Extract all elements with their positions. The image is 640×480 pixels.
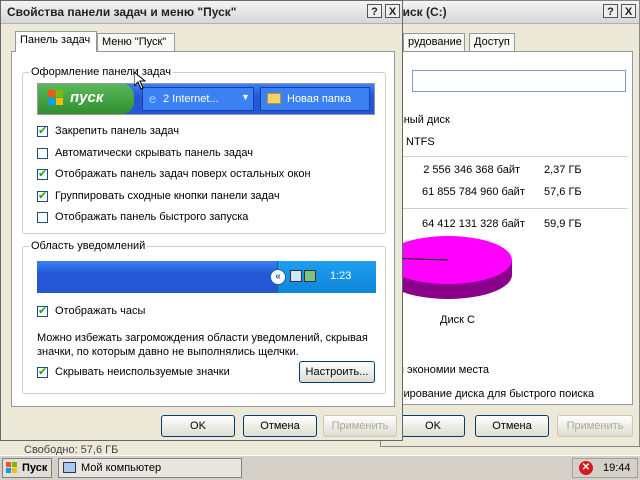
disk-name-field[interactable] xyxy=(412,70,626,92)
help-button[interactable]: ? xyxy=(367,4,382,18)
hide-icons-checkbox[interactable] xyxy=(37,365,48,378)
system-clock: 19:44 xyxy=(603,462,631,474)
preview-start-label: пуск xyxy=(70,89,104,106)
free-gb: 57,6 ГБ xyxy=(544,186,582,198)
lock-taskbar-checkbox[interactable] xyxy=(37,124,48,137)
disk-window-titlebar: диск (C:) ? X xyxy=(381,1,639,24)
taskbar-properties-window: Свойства панели задач и меню "Пуск" ? X … xyxy=(0,0,403,441)
on-top-label: Отображать панель задач поверх остальных… xyxy=(55,168,311,180)
taskbar-tab-panel: Оформление панели задач пуск e 2 Interne… xyxy=(11,51,395,407)
disk-label: Диск C xyxy=(440,314,475,326)
free-bytes: 61 855 784 960 байт xyxy=(422,186,525,198)
error-icon[interactable]: ✕ xyxy=(579,461,593,475)
on-top-checkbox[interactable] xyxy=(37,167,48,180)
windows-logo-icon xyxy=(6,462,18,477)
taskbar-item-label: Мой компьютер xyxy=(81,462,162,474)
show-clock-label: Отображать часы xyxy=(55,305,146,317)
divider xyxy=(396,208,628,209)
network-icon xyxy=(290,270,302,282)
notification-hint: Можно избежать загромождения области уве… xyxy=(37,332,368,358)
cancel-button[interactable]: Отмена xyxy=(243,415,317,437)
used-gb: 2,37 ГБ xyxy=(544,164,582,176)
compress-option[interactable]: я экономии места xyxy=(398,364,489,376)
taskbar-appearance-group: Оформление панели задач пуск e 2 Interne… xyxy=(22,66,386,234)
expand-tray-icon: « xyxy=(270,269,286,285)
autohide-label: Автоматически скрывать панель задач xyxy=(55,147,254,159)
taskbar-window-title: Свойства панели задач и меню "Пуск" xyxy=(7,5,237,19)
disk-close-button[interactable]: X xyxy=(621,4,636,18)
lock-taskbar-label: Закрепить панель задач xyxy=(55,125,180,137)
disk-cancel-button[interactable]: Отмена xyxy=(475,415,549,437)
tray-area: « 1:23 xyxy=(270,261,376,293)
quick-launch-label: Отображать панель быстрого запуска xyxy=(55,211,249,223)
preview-start-button: пуск xyxy=(38,84,134,114)
total-gb: 59,9 ГБ xyxy=(544,218,582,230)
disk-panel: ьный диск NTFS 2 556 346 368 байт 2,37 Г… xyxy=(391,51,633,405)
preview-task-ie: e 2 Internet... ▼ xyxy=(142,87,254,111)
disk-apply-button[interactable]: Применить xyxy=(557,415,633,437)
divider xyxy=(396,156,628,157)
mouse-cursor-icon xyxy=(134,72,146,90)
start-button[interactable]: Пуск xyxy=(2,458,52,478)
ie-icon: e xyxy=(149,91,157,106)
total-bytes: 64 412 131 328 байт xyxy=(422,218,525,230)
tab-hardware[interactable]: рудование xyxy=(403,33,465,51)
show-clock-checkbox[interactable] xyxy=(37,304,48,317)
disk-type: ьный диск xyxy=(398,114,450,126)
taskbar: Пуск Мой компьютер ✕ 19:44 xyxy=(0,455,640,480)
folder-icon xyxy=(267,93,281,104)
disk-filesystem: NTFS xyxy=(406,136,435,148)
disk-properties-window: диск (C:) ? X рудование Доступ ьный диск… xyxy=(380,0,640,447)
tray-clock: 1:23 xyxy=(330,270,352,282)
disk-help-button[interactable]: ? xyxy=(603,4,618,18)
quick-launch-checkbox[interactable] xyxy=(37,212,48,223)
tab-start-menu[interactable]: Меню "Пуск" xyxy=(97,33,175,51)
windows-logo-icon xyxy=(48,90,64,106)
disk-pie-chart xyxy=(392,236,512,299)
customize-button[interactable]: Настроить... xyxy=(299,361,375,383)
taskbar-preview: пуск e 2 Internet... ▼ Новая папка xyxy=(37,83,375,115)
system-tray: ✕ 19:44 xyxy=(572,458,638,478)
taskbar-appearance-title: Оформление панели задач xyxy=(29,66,174,78)
hide-icons-label: Скрывать неиспользуемые значки xyxy=(55,366,230,378)
used-bytes: 2 556 346 368 байт xyxy=(423,164,520,176)
preview-task-ie-label: 2 Internet... xyxy=(163,93,219,105)
taskbar-item-my-computer[interactable]: Мой компьютер xyxy=(58,458,242,478)
apply-button[interactable]: Применить xyxy=(323,415,397,437)
group-buttons-checkbox[interactable] xyxy=(37,189,48,202)
chevron-down-icon: ▼ xyxy=(241,92,250,102)
tab-taskbar[interactable]: Панель задач xyxy=(15,31,97,52)
taskbar-window-titlebar: Свойства панели задач и меню "Пуск" ? X xyxy=(1,1,402,24)
disk-ok-button[interactable]: OK xyxy=(401,415,465,437)
notification-area-group: Область уведомлений « 1:23 Отображать ча… xyxy=(22,240,386,394)
autohide-checkbox[interactable] xyxy=(37,148,48,159)
group-buttons-label: Группировать сходные кнопки панели задач xyxy=(55,190,280,202)
preview-task-folder-label: Новая папка xyxy=(287,93,352,105)
index-option[interactable]: сирование диска для быстрого поиска xyxy=(398,388,594,400)
preview-task-folder: Новая папка xyxy=(260,87,370,111)
tray-app-icon xyxy=(304,270,316,282)
close-button[interactable]: X xyxy=(385,4,400,18)
start-label: Пуск xyxy=(22,462,48,474)
notification-area-title: Область уведомлений xyxy=(29,240,148,252)
computer-icon xyxy=(63,462,76,473)
ok-button[interactable]: OK xyxy=(161,415,235,437)
tab-sharing[interactable]: Доступ xyxy=(469,33,515,51)
tray-preview: « 1:23 xyxy=(37,261,376,293)
